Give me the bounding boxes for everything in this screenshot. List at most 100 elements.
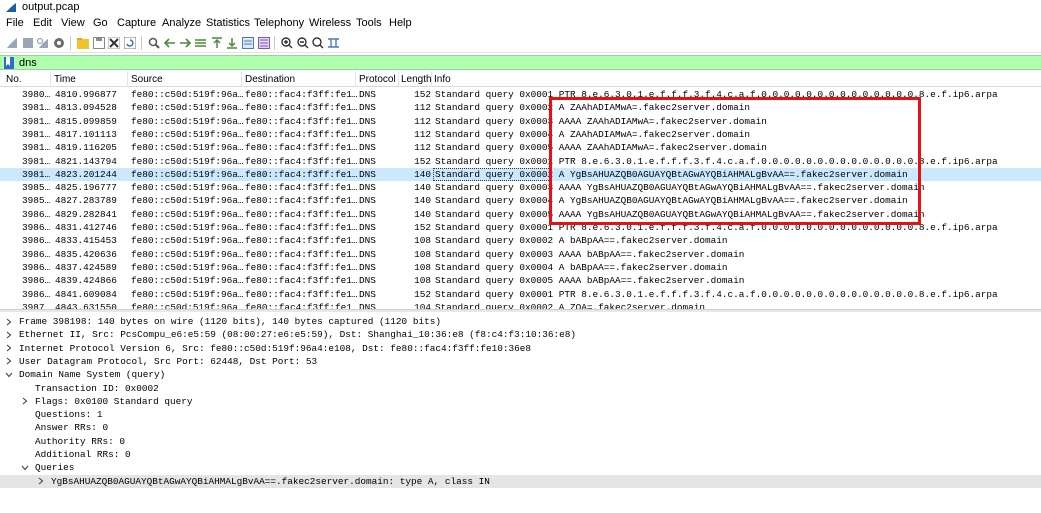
colorize-icon[interactable] xyxy=(257,36,270,49)
menu-statistics[interactable]: Statistics xyxy=(206,17,250,29)
autoscroll-icon[interactable] xyxy=(241,36,254,49)
chevron-right-icon[interactable] xyxy=(4,328,13,341)
detail-tree-row[interactable]: Questions: 1 xyxy=(0,408,1041,421)
chevron-right-icon[interactable] xyxy=(4,315,13,328)
packet-cell-len: 140 xyxy=(414,168,431,180)
packet-cell-src: fe80::c50d:519f:96a… xyxy=(131,128,244,140)
packet-row[interactable]: 3981… 4813.094528 fe80::c50d:519f:96a… fe80… xyxy=(0,101,1041,114)
close-file-icon[interactable] xyxy=(107,36,120,49)
find-packet-icon[interactable] xyxy=(147,36,160,49)
packet-cell-time: 4817.101113 xyxy=(55,128,117,140)
column-header-destination[interactable]: Destination xyxy=(245,74,295,85)
menu-wireless[interactable]: Wireless xyxy=(309,17,351,29)
packet-cell-dst: fe80::fac4:f3ff:fe1… xyxy=(245,115,358,127)
packet-cell-proto: DNS xyxy=(359,208,376,220)
packet-details-pane: Frame 398198: 140 bytes on wire (1120 bi… xyxy=(0,312,1041,513)
packet-row[interactable]: 3981… 4823.201244 fe80::c50d:519f:96a… fe80… xyxy=(0,167,1041,182)
resize-columns-icon[interactable] xyxy=(327,36,340,49)
detail-tree-row[interactable]: Answer RRs: 0 xyxy=(0,421,1041,434)
packet-row[interactable]: 3981… 4819.116205 fe80::c50d:519f:96a… fe80… xyxy=(0,141,1041,154)
go-to-packet-icon[interactable] xyxy=(194,36,207,49)
detail-tree-row[interactable]: User Datagram Protocol, Src Port: 62448,… xyxy=(0,355,1041,368)
packet-cell-time: 4819.116205 xyxy=(55,142,117,154)
packet-row[interactable]: 3986… 4839.424866 fe80::c50d:519f:96a… fe80… xyxy=(0,274,1041,287)
packet-row[interactable]: 3981… 4817.101113 fe80::c50d:519f:96a… fe80… xyxy=(0,128,1041,141)
detail-tree-label: Internet Protocol Version 6, Src: fe80::… xyxy=(19,342,531,354)
detail-tree-row[interactable]: Additional RRs: 0 xyxy=(0,448,1041,461)
packet-cell-dst: fe80::fac4:f3ff:fe1… xyxy=(245,128,358,140)
packet-cell-proto: DNS xyxy=(359,168,376,180)
menu-file[interactable]: File xyxy=(6,17,24,29)
go-first-icon[interactable] xyxy=(210,36,223,49)
restart-capture-icon[interactable] xyxy=(36,36,49,49)
detail-tree-row[interactable]: Internet Protocol Version 6, Src: fe80::… xyxy=(0,342,1041,355)
detail-tree-label: Domain Name System (query) xyxy=(19,369,166,381)
reload-file-icon[interactable] xyxy=(123,36,136,49)
go-last-icon[interactable] xyxy=(225,36,238,49)
menu-go[interactable]: Go xyxy=(93,17,108,29)
packet-row[interactable]: 3986… 4829.282841 fe80::c50d:519f:96a… fe80… xyxy=(0,208,1041,221)
detail-tree-row[interactable]: Flags: 0x0100 Standard query xyxy=(0,395,1041,408)
packet-cell-info: Standard query 0x0002 A ZAAhADIAMwA=.fak… xyxy=(435,102,751,114)
detail-tree-row[interactable]: Queries xyxy=(0,461,1041,474)
filter-bookmark-icon[interactable] xyxy=(3,57,15,69)
detail-tree-row[interactable]: YgBsAHUAZQB0AGUAYQBtAGwAYQBiAHMALgBvAA==… xyxy=(0,474,1041,488)
packet-row[interactable]: 3985… 4827.283789 fe80::c50d:519f:96a… fe80… xyxy=(0,194,1041,207)
packet-row[interactable]: 3986… 4837.424589 fe80::c50d:519f:96a… fe80… xyxy=(0,261,1041,274)
open-file-icon[interactable] xyxy=(76,36,89,49)
focus-rectangle xyxy=(433,167,551,181)
packet-row[interactable]: 3985… 4825.196777 fe80::c50d:519f:96a… fe80… xyxy=(0,181,1041,194)
packet-row[interactable]: 3987… 4843.631550 fe80::c50d:519f:96a… fe80… xyxy=(0,301,1041,309)
chevron-right-icon[interactable] xyxy=(36,475,45,488)
packet-row[interactable]: 3981… 4821.143794 fe80::c50d:519f:96a… fe80… xyxy=(0,155,1041,168)
menu-capture[interactable]: Capture xyxy=(117,17,156,29)
zoom-out-icon[interactable] xyxy=(296,36,309,49)
go-forward-icon[interactable] xyxy=(178,36,191,49)
menu-tools[interactable]: Tools xyxy=(356,17,382,29)
column-header-no[interactable]: No. xyxy=(6,74,22,85)
packet-row[interactable]: 3986… 4833.415453 fe80::c50d:519f:96a… fe80… xyxy=(0,234,1041,247)
chevron-right-icon[interactable] xyxy=(4,355,13,368)
packet-cell-proto: DNS xyxy=(359,288,376,300)
packet-cell-len: 140 xyxy=(414,195,431,207)
packet-cell-time: 4843.631550 xyxy=(55,301,117,309)
go-back-icon[interactable] xyxy=(163,36,176,49)
chevron-right-icon[interactable] xyxy=(20,395,29,408)
menu-telephony[interactable]: Telephony xyxy=(254,17,304,29)
detail-tree-label: Frame 398198: 140 bytes on wire (1120 bi… xyxy=(19,316,441,327)
column-header-source[interactable]: Source xyxy=(131,74,163,85)
packet-row[interactable]: 3981… 4815.099859 fe80::c50d:519f:96a… fe80… xyxy=(0,115,1041,128)
start-capture-icon[interactable] xyxy=(5,36,18,49)
detail-tree-row[interactable]: Domain Name System (query) xyxy=(0,368,1041,381)
detail-tree-row[interactable]: Frame 398198: 140 bytes on wire (1120 bi… xyxy=(0,315,1041,328)
packet-row[interactable]: 3986… 4831.412746 fe80::c50d:519f:96a… fe80… xyxy=(0,221,1041,234)
packet-row[interactable]: 3980… 4810.996877 fe80::c50d:519f:96a… fe80… xyxy=(0,88,1041,101)
menu-help[interactable]: Help xyxy=(389,17,412,29)
display-filter-input[interactable] xyxy=(18,56,1018,69)
packet-cell-src: fe80::c50d:519f:96a… xyxy=(131,155,244,167)
zoom-in-icon[interactable] xyxy=(280,36,293,49)
column-header-time[interactable]: Time xyxy=(54,74,76,85)
packet-cell-no: 3981… xyxy=(22,155,51,167)
packet-row[interactable]: 3986… 4835.420636 fe80::c50d:519f:96a… fe80… xyxy=(0,248,1041,261)
menu-edit[interactable]: Edit xyxy=(33,17,52,29)
detail-tree-row[interactable]: Authority RRs: 0 xyxy=(0,435,1041,448)
zoom-normal-icon[interactable] xyxy=(311,36,324,49)
chevron-down-icon[interactable] xyxy=(4,368,13,381)
column-header-protocol[interactable]: Protocol xyxy=(359,74,396,85)
capture-options-icon[interactable] xyxy=(52,36,65,49)
column-header-length[interactable]: Length xyxy=(401,74,432,85)
menu-view[interactable]: View xyxy=(61,17,85,29)
chevron-right-icon[interactable] xyxy=(4,342,13,355)
packet-cell-no: 3987… xyxy=(22,301,51,309)
detail-tree-row[interactable]: Transaction ID: 0x0002 xyxy=(0,382,1041,395)
detail-tree-row[interactable]: Ethernet II, Src: PcsCompu_e6:e5:59 (08:… xyxy=(0,328,1041,341)
save-file-icon[interactable] xyxy=(92,36,105,49)
packet-cell-no: 3981… xyxy=(22,168,51,180)
chevron-down-icon[interactable] xyxy=(20,461,29,474)
packet-cell-time: 4827.283789 xyxy=(55,195,117,207)
menu-analyze[interactable]: Analyze xyxy=(162,17,201,29)
stop-capture-icon[interactable] xyxy=(21,36,34,49)
column-header-info[interactable]: Info xyxy=(434,74,451,85)
packet-row[interactable]: 3986… 4841.609084 fe80::c50d:519f:96a… fe80… xyxy=(0,288,1041,301)
